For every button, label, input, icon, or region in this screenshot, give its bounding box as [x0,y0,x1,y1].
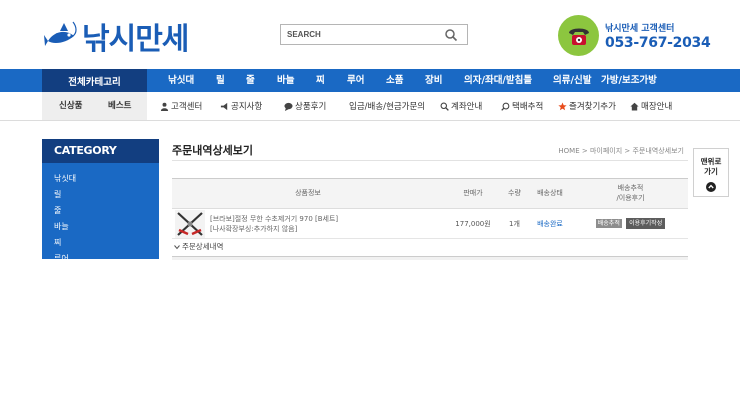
sub-nav-tabs: 신상품 베스트 [42,92,147,120]
table-row: [브라보]절정 무한 수초제거기 970 [B세트] [나사확장부싱:추가하지 … [172,208,688,239]
nav-item-lines[interactable]: 줄 [246,69,255,92]
main-nav: 전체카테고리 낚싯대 릴 줄 바늘 찌 루어 소품 장비 의자/좌대/받침틀 의… [0,69,740,92]
sub-item-notice[interactable]: 공지사항 [220,92,262,120]
search-input[interactable] [281,25,443,44]
col-header-price: 판매가 [444,178,502,209]
category-item-lures[interactable]: 루어 [54,251,159,259]
status-cell: 배송완료 [527,208,573,239]
cs-text: 낚시만세 고객센터 053-767-2034 [605,21,711,51]
sub-item-label: 택배추적 [512,102,544,112]
category-item-floats[interactable]: 찌 [54,235,159,251]
sub-item-account-info[interactable]: 계좌안내 [440,92,482,120]
sub-item-inquiry[interactable]: 입금/배송/현금가문의 [349,92,425,120]
category-title: CATEGORY [42,139,159,163]
product-option-line: [나사확장부싱:추가하지 않음] [210,224,298,233]
cs-phone-number: 053-767-2034 [605,34,711,51]
col-header-status: 배송상태 [527,178,573,209]
phone-icon [558,15,599,56]
sub-item-reviews[interactable]: 상품후기 [284,92,326,120]
tab-best[interactable]: 베스트 [108,92,131,120]
order-detail-label: 주문상세내역 [182,242,224,251]
sub-item-label: 즐겨찾기추가 [569,102,616,112]
sub-item-label: 매장안내 [641,102,673,112]
person-icon [160,102,169,111]
home-icon [630,102,639,111]
sub-item-tracking[interactable]: 택배추적 [501,92,543,120]
cs-label: 낚시만세 고객센터 [605,23,675,34]
sub-item-store-info[interactable]: 매장안내 [630,92,672,120]
speech-bubble-icon [284,102,293,111]
order-detail-toggle[interactable]: 주문상세내역 [174,241,223,252]
order-table: 상품정보 판매가 수량 배송상태 배송추적 /이용후기 [브라보]절정 무한 수… [172,178,688,239]
nav-item-equipment[interactable]: 장비 [425,69,442,92]
nav-item-clothing[interactable]: 의류/신발 [553,69,591,92]
category-item-reels[interactable]: 릴 [54,187,159,203]
col-header-product: 상품정보 [172,178,444,209]
sub-item-label: 공지사항 [231,102,263,112]
search-circle-icon [501,102,510,111]
page: 낚시만세 낚시만세 고객센터 053-767-2034 전체카테고리 낚싯대 릴… [0,0,740,419]
sub-item-customer-center[interactable]: 고객센터 [160,92,202,120]
nav-item-accessories[interactable]: 소품 [386,69,403,92]
product-info[interactable]: [브라보]절정 무한 수초제거기 970 [B세트] [나사확장부싱:추가하지 … [172,209,444,238]
all-categories-button[interactable]: 전체카테고리 [42,69,147,92]
sub-nav: 신상품 베스트 고객센터 공지사항 상품후기 입금/배송/현금가문의 계좌안내 … [0,92,740,121]
col-header-tracking-label: 배송추적 [617,184,644,193]
search-icon[interactable] [443,27,459,43]
search-box[interactable] [280,24,468,45]
site-logo[interactable]: 낚시만세 [44,14,189,58]
customer-center: 낚시만세 고객센터 053-767-2034 [558,15,711,56]
breadcrumb: HOME > 마이페이지 > 주문내역상세보기 [558,147,684,155]
back-to-top-button[interactable]: 맨위로 가기 [693,148,729,197]
price-cell: 177,000원 [444,208,502,239]
action-cell: 배송추적 이용후기작성 [573,208,688,239]
category-sidebar: CATEGORY 낚싯대 릴 줄 바늘 찌 루어 [42,139,159,259]
magnifier-icon [440,102,449,111]
sub-item-label: 상품후기 [295,102,327,112]
star-icon [558,101,567,110]
sub-item-label: 계좌안내 [451,102,483,112]
product-thumbnail[interactable] [175,209,205,238]
nav-item-chairs[interactable]: 의자/좌대/받침틀 [464,69,532,92]
title-divider [172,160,688,161]
category-item-rods[interactable]: 낚싯대 [54,171,159,187]
sub-item-bookmark[interactable]: 즐겨찾기추가 [558,92,616,120]
back-to-top-label-2: 가기 [704,167,718,176]
back-to-top-label-1: 맨위로 [700,157,722,166]
nav-item-hooks[interactable]: 바늘 [277,69,294,92]
col-header-qty: 수량 [502,178,527,209]
megaphone-icon [220,102,228,110]
category-item-lines[interactable]: 줄 [54,203,159,219]
nav-item-rods[interactable]: 낚싯대 [168,69,194,92]
tab-new-products[interactable]: 신상품 [59,92,82,120]
nav-item-floats[interactable]: 찌 [316,69,325,92]
arrow-up-circle-icon [706,182,716,192]
category-item-hooks[interactable]: 바늘 [54,219,159,235]
sub-item-label: 고객센터 [171,102,203,112]
product-name: [브라보]절정 무한 수초제거기 970 [B세트] [나사확장부싱:추가하지 … [210,214,338,234]
nav-item-reels[interactable]: 릴 [216,69,225,92]
qty-cell: 1개 [502,208,527,239]
col-header-tracking: 배송추적 /이용후기 [573,178,688,209]
chevron-down-icon [174,244,180,249]
nav-item-bags[interactable]: 가방/보조가방 [601,69,657,92]
nav-item-lures[interactable]: 루어 [347,69,364,92]
product-cell: [브라보]절정 무한 수초제거기 970 [B세트] [나사확장부싱:추가하지 … [172,208,444,239]
tracking-button[interactable]: 배송추적 [595,219,622,228]
logo-text: 낚시만세 [82,22,189,57]
page-title: 주문내역상세보기 [172,144,253,157]
product-name-line-1: [브라보]절정 무한 수초제거기 970 [B세트] [210,214,339,223]
category-list: 낚싯대 릴 줄 바늘 찌 루어 [42,163,159,259]
col-header-review-label: /이용후기 [616,193,645,202]
write-review-button[interactable]: 이용후기작성 [626,218,666,229]
fish-logo-icon [44,21,77,46]
table-header-row: 상품정보 판매가 수량 배송상태 배송추적 /이용후기 [172,178,688,209]
detail-shadow [172,257,688,260]
sub-item-label: 입금/배송/현금가문의 [349,102,426,112]
